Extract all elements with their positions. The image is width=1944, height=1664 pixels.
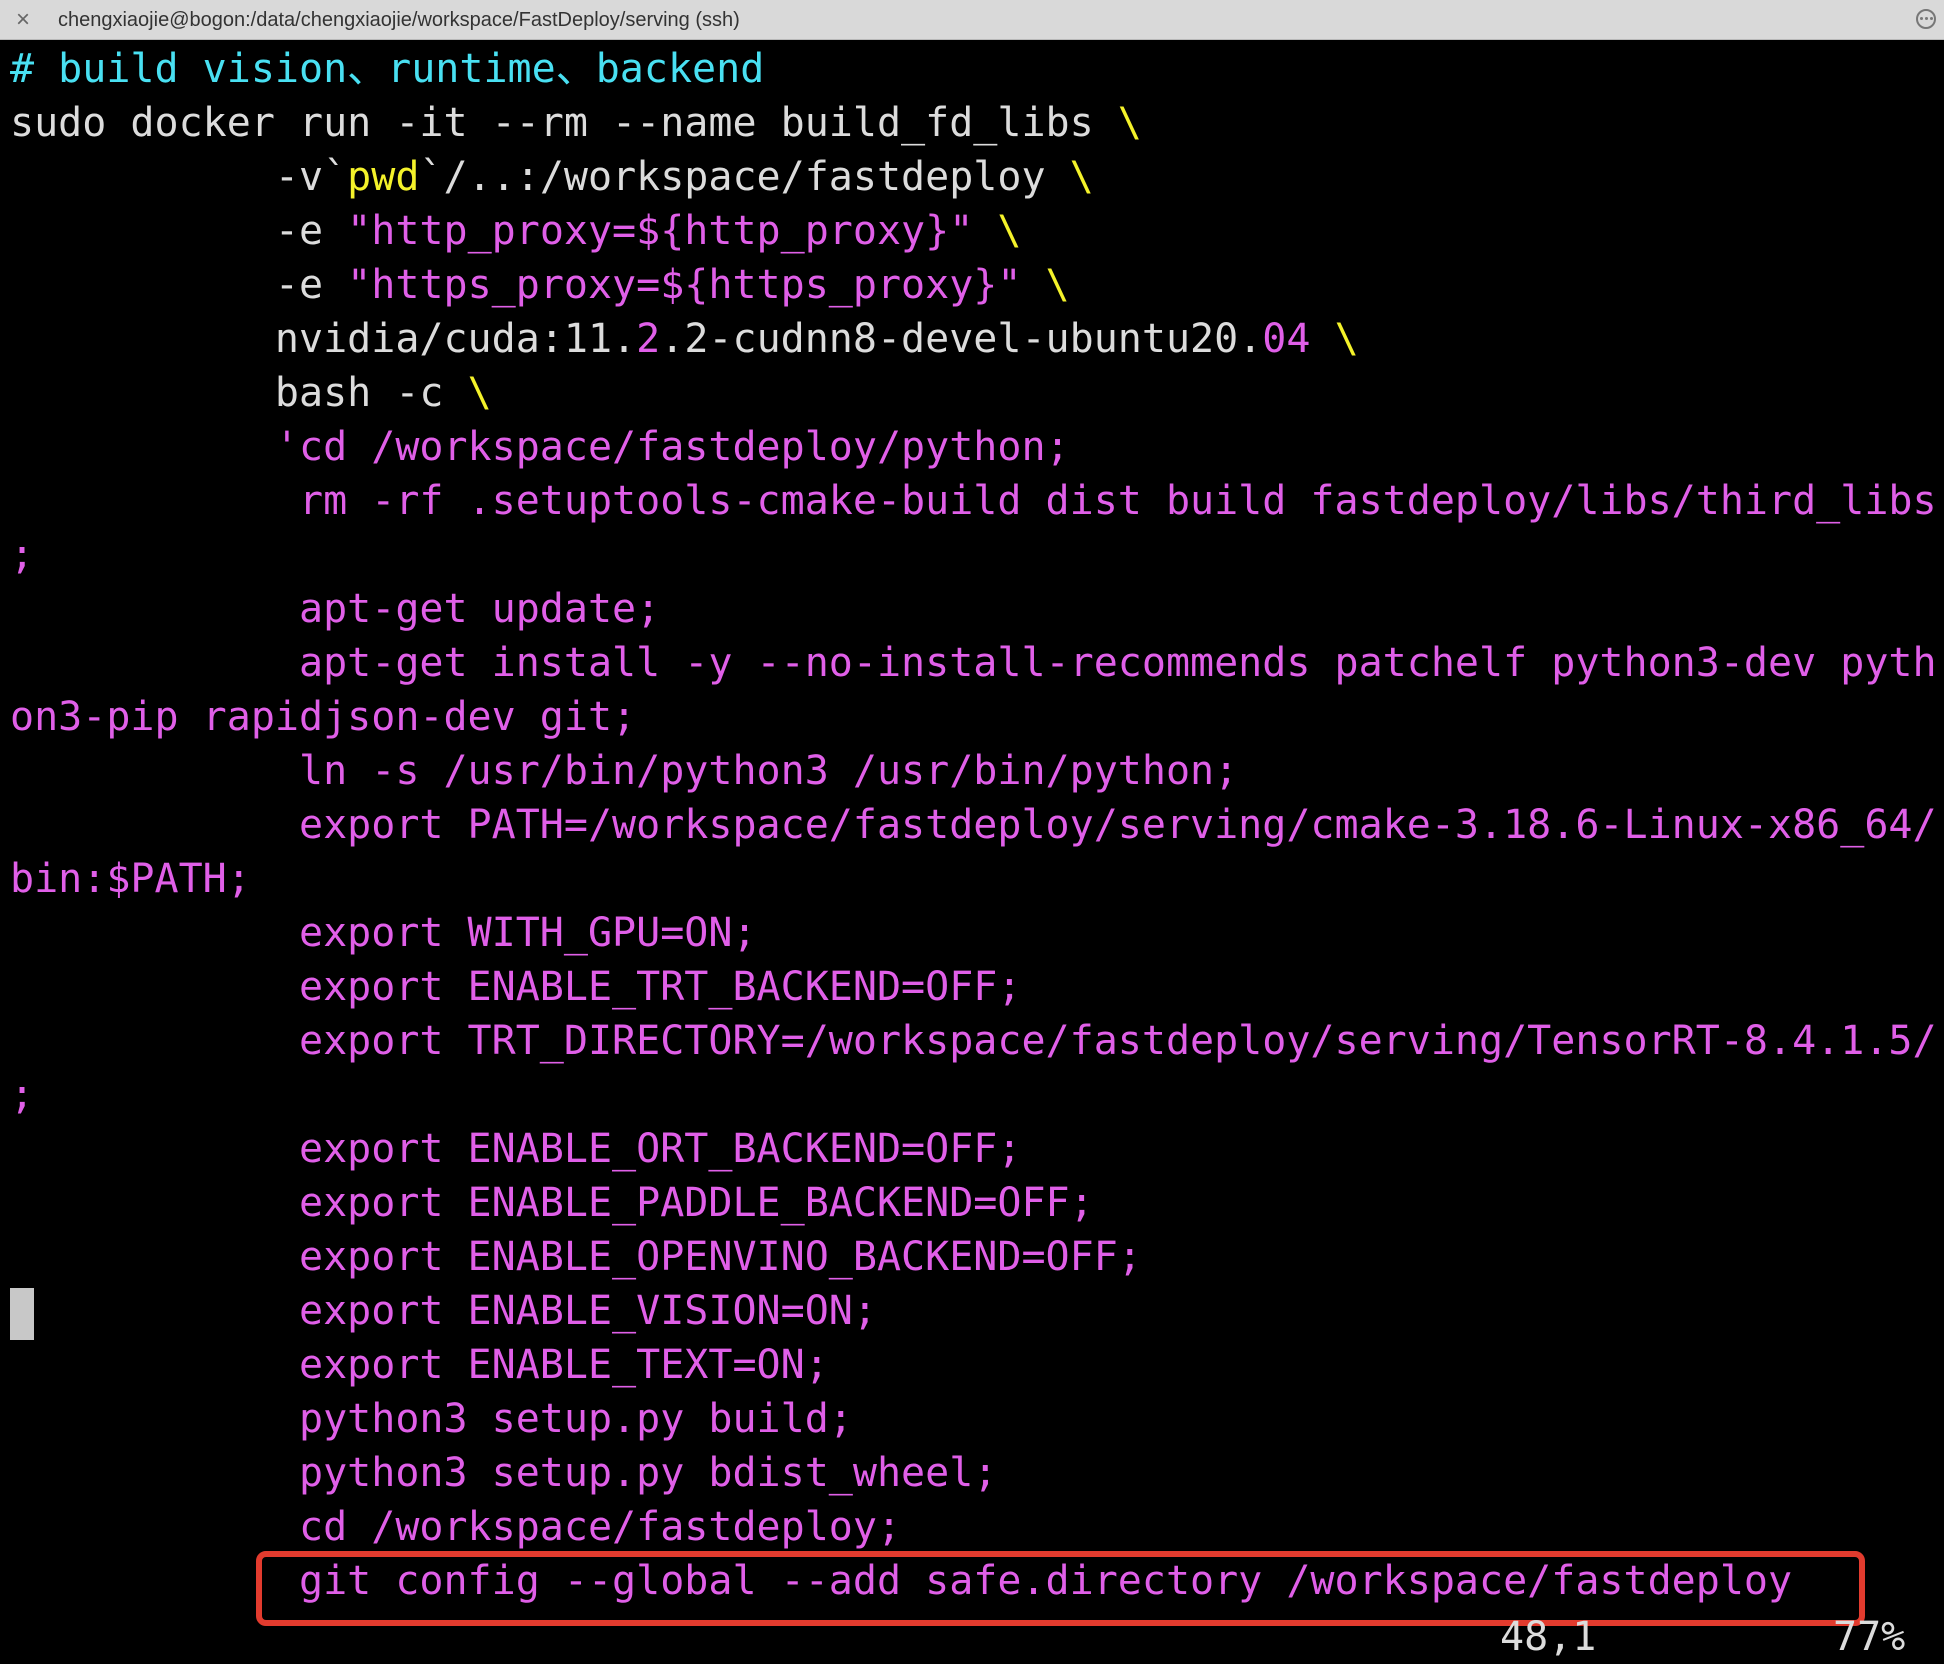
- code-token: ;: [10, 532, 35, 578]
- code-token: 04: [1262, 316, 1311, 362]
- code-token: export ENABLE_PADDLE_BACKEND=OFF;: [10, 1180, 1094, 1226]
- code-token: `/..:/workspace/fastdeploy: [419, 154, 1070, 200]
- terminal-line: python3 setup.py bdist_wheel;: [10, 1446, 997, 1500]
- terminal-line: nvidia/cuda:11.2.2-cudnn8-devel-ubuntu20…: [10, 312, 1359, 366]
- code-token: # build vision、runtime、backend: [10, 46, 765, 92]
- code-token: export PATH=/workspace/fastdeploy/servin…: [10, 802, 1936, 848]
- code-token: \: [1117, 100, 1142, 146]
- terminal-cursor: [10, 1288, 34, 1340]
- terminal-line: -e "http_proxy=${http_proxy}" \: [10, 204, 1022, 258]
- code-token: 2: [636, 316, 661, 362]
- code-token: rm -rf .setuptools-cmake-build dist buil…: [10, 478, 1936, 524]
- terminal-line: bash -c \: [10, 366, 492, 420]
- menu-dot: [1930, 17, 1933, 20]
- terminal-line: -e "https_proxy=${https_proxy}" \: [10, 258, 1070, 312]
- code-token: on3-pip rapidjson-dev git;: [10, 694, 637, 740]
- code-token: \: [467, 370, 492, 416]
- terminal-line: rm -rf .setuptools-cmake-build dist buil…: [10, 474, 1936, 528]
- code-token: \: [997, 208, 1022, 254]
- code-token: export ENABLE_TEXT=ON;: [10, 1342, 829, 1388]
- terminal-content[interactable]: # build vision、runtime、backend sudo docke…: [10, 42, 1936, 1660]
- cursor-position: 48,1: [1500, 1614, 1597, 1660]
- scroll-percent: 77%: [1833, 1614, 1906, 1660]
- terminal-line: export ENABLE_VISION=ON;: [10, 1284, 877, 1338]
- terminal-line: export ENABLE_OPENVINO_BACKEND=OFF;: [10, 1230, 1142, 1284]
- menu-dot: [1920, 17, 1923, 20]
- code-token: export WITH_GPU=ON;: [10, 910, 757, 956]
- code-token: pwd: [347, 154, 420, 200]
- terminal-line: 'cd /workspace/fastdeploy/python;: [10, 420, 1070, 474]
- code-token: -e: [10, 262, 348, 308]
- code-token: apt-get install -y --no-install-recommen…: [10, 640, 1936, 686]
- code-token: bash -c: [10, 370, 468, 416]
- terminal-line: # build vision、runtime、backend: [10, 42, 764, 96]
- code-token: nvidia/cuda:11.: [10, 316, 637, 362]
- code-token: "https_proxy=${https_proxy}": [347, 262, 1022, 308]
- terminal-line: on3-pip rapidjson-dev git;: [10, 690, 636, 744]
- code-token: sudo docker run -it --rm --name build_fd…: [10, 100, 1118, 146]
- code-token: export ENABLE_VISION=ON;: [10, 1288, 877, 1334]
- terminal-line: export ENABLE_PADDLE_BACKEND=OFF;: [10, 1176, 1094, 1230]
- code-token: \: [1045, 262, 1070, 308]
- code-token: bin:$PATH;: [10, 856, 251, 902]
- terminal-line: export ENABLE_ORT_BACKEND=OFF;: [10, 1122, 1021, 1176]
- terminal-line: ln -s /usr/bin/python3 /usr/bin/python;: [10, 744, 1238, 798]
- code-token: cd /workspace/fastdeploy;: [10, 1504, 902, 1550]
- code-token: python3 setup.py bdist_wheel;: [10, 1450, 998, 1496]
- code-token: -v`: [10, 154, 348, 200]
- menu-dot: [1925, 17, 1928, 20]
- code-token: \: [1334, 316, 1359, 362]
- code-token: export ENABLE_TRT_BACKEND=OFF;: [10, 964, 1022, 1010]
- close-icon[interactable]: ×: [10, 7, 36, 33]
- code-token: "http_proxy=${http_proxy}": [347, 208, 974, 254]
- terminal-line: ;: [10, 1068, 34, 1122]
- code-token: export TRT_DIRECTORY=/workspace/fastdepl…: [10, 1018, 1936, 1064]
- window-titlebar: × chengxiaojie@bogon:/data/chengxiaojie/…: [0, 0, 1944, 40]
- terminal-line: cd /workspace/fastdeploy;: [10, 1500, 901, 1554]
- terminal-line: sudo docker run -it --rm --name build_fd…: [10, 96, 1142, 150]
- terminal-line: export WITH_GPU=ON;: [10, 906, 757, 960]
- code-token: .2-cudnn8-devel-ubuntu20.: [660, 316, 1263, 362]
- code-token: -e: [10, 208, 348, 254]
- terminal-line: bin:$PATH;: [10, 852, 251, 906]
- code-token: \: [1069, 154, 1094, 200]
- code-token: export ENABLE_OPENVINO_BACKEND=OFF;: [10, 1234, 1142, 1280]
- window-title: chengxiaojie@bogon:/data/chengxiaojie/wo…: [58, 9, 740, 31]
- terminal-line: apt-get install -y --no-install-recommen…: [10, 636, 1936, 690]
- code-token: python3 setup.py build;: [10, 1396, 853, 1442]
- terminal-line: export ENABLE_TEXT=ON;: [10, 1338, 829, 1392]
- terminal-line: apt-get update;: [10, 582, 660, 636]
- code-token: export ENABLE_ORT_BACKEND=OFF;: [10, 1126, 1022, 1172]
- code-token: ln -s /usr/bin/python3 /usr/bin/python;: [10, 748, 1239, 794]
- terminal-line: export TRT_DIRECTORY=/workspace/fastdepl…: [10, 1014, 1936, 1068]
- menu-icon[interactable]: [1916, 9, 1936, 29]
- terminal-line: python3 setup.py build;: [10, 1392, 853, 1446]
- terminal-line: export PATH=/workspace/fastdeploy/servin…: [10, 798, 1936, 852]
- terminal-line: export ENABLE_TRT_BACKEND=OFF;: [10, 960, 1021, 1014]
- terminal-line: ;: [10, 528, 34, 582]
- highlight-box: [256, 1551, 1865, 1626]
- terminal-line: -v`pwd`/..:/workspace/fastdeploy \: [10, 150, 1094, 204]
- code-token: apt-get update;: [10, 586, 661, 632]
- code-token: ;: [10, 1072, 35, 1118]
- code-token: 'cd /workspace/fastdeploy/python;: [10, 424, 1070, 470]
